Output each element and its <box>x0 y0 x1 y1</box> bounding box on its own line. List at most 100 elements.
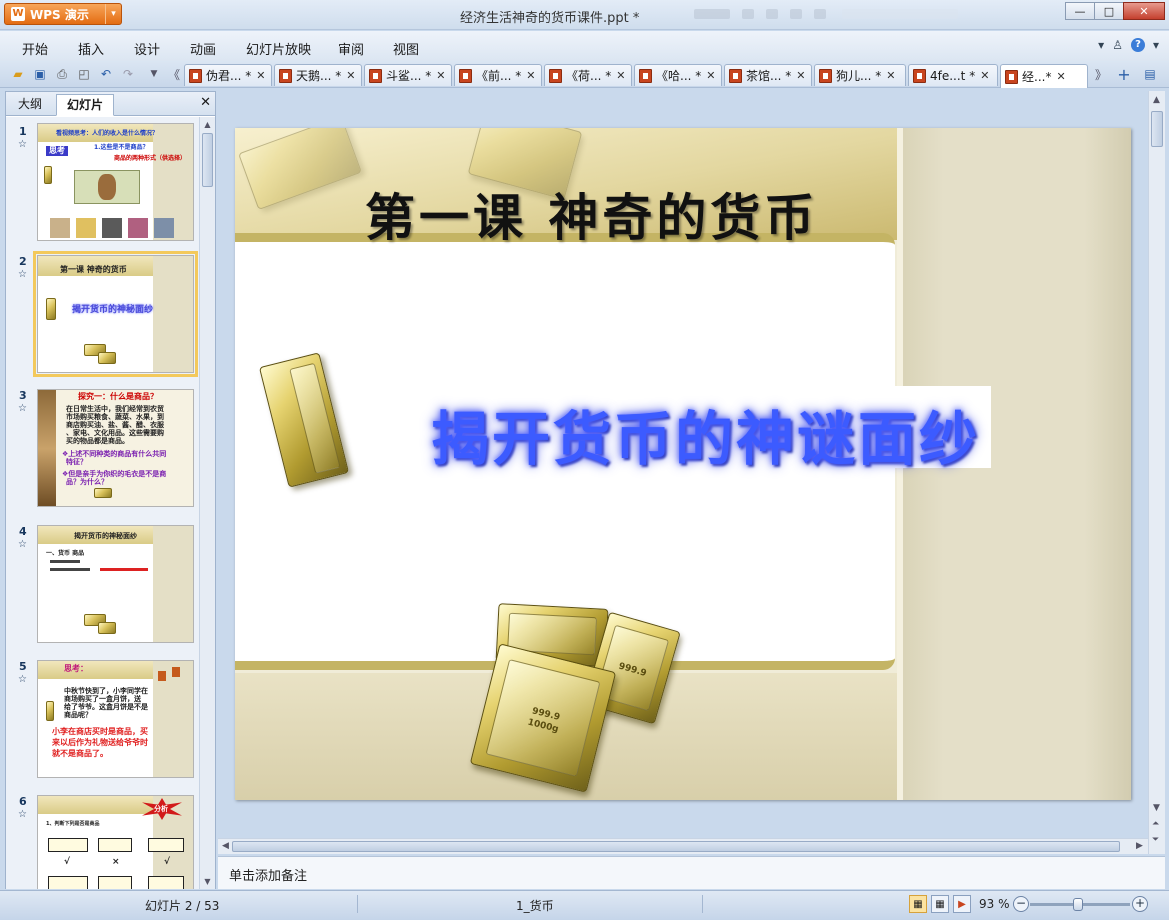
undo-icon[interactable]: ↶ <box>98 66 114 82</box>
next-slide-icon[interactable]: ⏷ <box>1152 835 1159 845</box>
scroll-thumb[interactable] <box>232 841 1120 852</box>
chevron-down-icon[interactable]: ▾ <box>1153 38 1159 52</box>
menu-home[interactable]: 开始 <box>22 39 48 58</box>
scroll-up-icon[interactable]: ▲ <box>200 117 215 132</box>
doc-tab-label: 《荷... * <box>566 69 612 83</box>
open-folder-icon[interactable]: ▰ <box>10 66 26 82</box>
tab-outline[interactable]: 大纲 <box>8 94 52 116</box>
slide-thumbnail-6[interactable]: 分析 1、判断下列是否是商品 √ × √ <box>37 795 194 889</box>
close-tab-icon[interactable]: ✕ <box>706 69 715 82</box>
scroll-thumb[interactable] <box>202 133 213 187</box>
close-tab-icon[interactable]: ✕ <box>256 69 265 82</box>
doc-tab-active[interactable]: 经...* ✕ <box>1000 64 1088 88</box>
ghost-button[interactable] <box>694 9 730 19</box>
ppt-file-icon <box>369 68 382 83</box>
scroll-left-icon[interactable]: ◀ <box>222 841 229 851</box>
maximize-button[interactable]: □ <box>1094 2 1124 20</box>
menu-view[interactable]: 视图 <box>393 39 419 58</box>
doc-tab[interactable]: 《前... * ✕ <box>454 64 542 86</box>
doc-tab-label: 《哈... * <box>656 69 702 83</box>
customize-dropdown-icon[interactable]: ▼ <box>146 66 162 82</box>
slide-thumbnail-5[interactable]: 思考： 中秋节快到了，小李同学在 商场购买了一盒月饼，送 给了爷爷。这盒月饼是不… <box>37 660 194 778</box>
menu-slideshow[interactable]: 幻灯片放映 <box>246 39 311 58</box>
ppt-file-icon <box>913 68 926 83</box>
minimize-button[interactable]: — <box>1065 2 1095 20</box>
redo-icon[interactable]: ↷ <box>120 66 136 82</box>
ghost-icon[interactable] <box>742 9 754 19</box>
slide-thumbnail-1[interactable]: 看视频思考：人们的收入是什么情况？ 思考 1.这些是不是商品？ 商品的两种形式（… <box>37 123 194 241</box>
chevron-down-icon[interactable]: ▾ <box>1098 38 1104 52</box>
menu-animation[interactable]: 动画 <box>190 39 216 58</box>
save-icon[interactable]: ▣ <box>32 66 48 82</box>
thumbnail-scrollbar[interactable]: ▲ ▼ <box>199 117 215 889</box>
skin-icon[interactable]: ♙ <box>1112 38 1123 52</box>
doc-tab[interactable]: 天鹅... * ✕ <box>274 64 362 86</box>
close-tab-icon[interactable]: ✕ <box>980 69 989 82</box>
prev-slide-icon[interactable]: ⏶ <box>1152 819 1159 829</box>
zoom-slider[interactable] <box>1030 898 1130 911</box>
close-tab-icon[interactable]: ✕ <box>1056 70 1065 83</box>
chevron-down-icon[interactable]: ▾ <box>105 4 121 24</box>
scroll-thumb[interactable] <box>1151 111 1163 147</box>
close-button[interactable]: ✕ <box>1123 2 1165 20</box>
ghost-icon[interactable] <box>790 9 802 19</box>
doc-tab-label: 斗鲨... * <box>386 69 432 83</box>
close-tab-icon[interactable]: ✕ <box>616 69 625 82</box>
scroll-down-icon[interactable]: ▼ <box>200 874 215 889</box>
slide-thumbnail-3[interactable]: 探究一：什么是商品？ 在日常生活中，我们经常到农贸 市场购买粮食、蔬菜、水果，到… <box>37 389 194 507</box>
slide-sorter-button[interactable]: ▦ <box>931 895 949 913</box>
doc-tab[interactable]: 斗鲨... * ✕ <box>364 64 452 86</box>
close-tab-icon[interactable]: ✕ <box>346 69 355 82</box>
tab-slides[interactable]: 幻灯片 <box>56 94 115 116</box>
editor-vertical-scrollbar[interactable]: ▲ ▼ ⏶ ⏷ <box>1148 91 1165 854</box>
tab-list-icon[interactable]: ▤ <box>1142 66 1158 82</box>
thumb-text: 一、货币 商品 <box>46 550 85 557</box>
tabs-scroll-right-icon[interactable]: 》 <box>1093 66 1109 82</box>
document-tab-bar: ▰ ▣ ⎙ ◰ ↶ ↷ ▼ 《 伪君... * ✕ 天鹅... * ✕ 斗鲨... … <box>0 61 1169 88</box>
print-icon[interactable]: ⎙ <box>54 66 70 82</box>
star-icon: ☆ <box>18 809 27 820</box>
app-menu-button[interactable]: W WPS 演示 ▾ <box>4 3 122 25</box>
zoom-in-icon[interactable]: + <box>1132 896 1148 912</box>
menu-design[interactable]: 设计 <box>134 39 160 58</box>
zoom-out-icon[interactable]: − <box>1013 896 1029 912</box>
menu-review[interactable]: 审阅 <box>338 39 364 58</box>
slide-headline[interactable]: 揭开货币的神谜面纱 <box>431 392 980 476</box>
tabs-scroll-left-icon[interactable]: 《 <box>166 66 182 82</box>
scroll-right-icon[interactable]: ▶ <box>1136 841 1143 851</box>
zoom-slider-knob[interactable] <box>1073 898 1083 911</box>
thumb-text: 市场购买粮食、蔬菜、水果，到 <box>66 413 164 421</box>
slide-thumbnail-4[interactable]: 揭开货币的神秘面纱 一、货币 商品 <box>37 525 194 643</box>
doc-tab[interactable]: 茶馆... * ✕ <box>724 64 812 86</box>
ghost-icon[interactable] <box>766 9 778 19</box>
doc-tab[interactable]: 伪君... * ✕ <box>184 64 272 86</box>
close-tab-icon[interactable]: ✕ <box>796 69 805 82</box>
slide-canvas[interactable]: 第一课 神奇的货币 揭开货币的神谜面纱 999.9 999.9 1000g <box>235 128 1131 800</box>
close-panel-icon[interactable]: ✕ <box>200 95 211 110</box>
doc-tab[interactable]: 《哈... * ✕ <box>634 64 722 86</box>
close-tab-icon[interactable]: ✕ <box>526 69 535 82</box>
search-box[interactable] <box>842 9 958 19</box>
new-tab-icon[interactable]: + <box>1116 65 1132 84</box>
print-preview-icon[interactable]: ◰ <box>76 66 92 82</box>
editor-horizontal-scrollbar[interactable]: ◀ ▶ <box>218 838 1148 854</box>
menu-insert[interactable]: 插入 <box>78 39 104 58</box>
thumb-text: 分析 <box>154 805 168 813</box>
thumb-text: 、家电、文化用品。这些需要购 <box>66 429 164 437</box>
notes-pane[interactable]: 单击添加备注 <box>218 856 1165 889</box>
doc-tab[interactable]: 4fe...t * ✕ <box>908 64 998 86</box>
status-bar: 幻灯片 2 / 53 1_货币 ▦ ▦ ▶ 93 % − + <box>0 890 1169 920</box>
slide-title[interactable]: 第一课 神奇的货币 <box>365 178 818 250</box>
scroll-down-icon[interactable]: ▼ <box>1153 803 1160 813</box>
doc-tab[interactable]: 狗儿... * ✕ <box>814 64 906 86</box>
help-icon[interactable]: ? <box>1130 38 1145 52</box>
ghost-icon[interactable] <box>814 9 826 19</box>
title-bar: W WPS 演示 ▾ 经济生活神奇的货币课件.ppt * — □ ✕ <box>0 0 1169 30</box>
slideshow-button[interactable]: ▶ <box>953 895 971 913</box>
close-tab-icon[interactable]: ✕ <box>886 69 895 82</box>
scroll-up-icon[interactable]: ▲ <box>1153 95 1160 105</box>
close-tab-icon[interactable]: ✕ <box>436 69 445 82</box>
doc-tab[interactable]: 《荷... * ✕ <box>544 64 632 86</box>
normal-view-button[interactable]: ▦ <box>909 895 927 913</box>
slide-thumbnail-2[interactable]: 第一课 神奇的货币 揭开货币的神秘面纱 <box>33 251 198 377</box>
